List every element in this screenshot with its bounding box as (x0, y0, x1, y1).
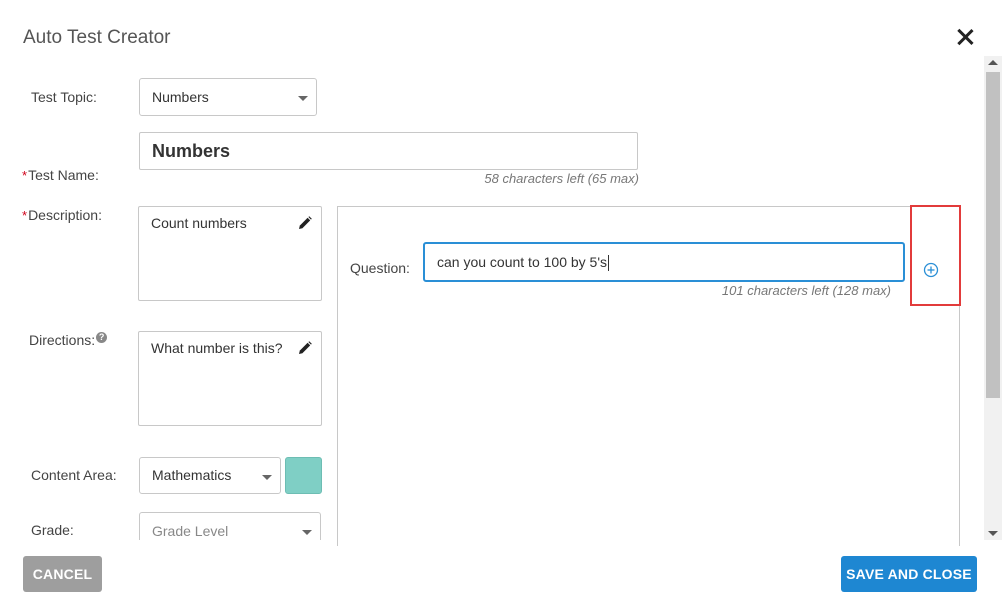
grade-select[interactable]: Grade Level (139, 512, 321, 540)
required-mark: * (22, 168, 28, 183)
pencil-icon[interactable] (298, 216, 312, 230)
close-icon[interactable] (954, 26, 976, 48)
directions-label: Directions:? (29, 332, 108, 348)
description-field[interactable]: Count numbers (138, 206, 322, 301)
auto-test-creator-dialog: Auto Test Creator Test Topic: Numbers *T… (0, 0, 1002, 612)
scroll-thumb[interactable] (986, 72, 1000, 398)
question-input[interactable]: can you count to 100 by 5's (423, 242, 905, 282)
test-name-label: *Test Name: (22, 167, 99, 183)
directions-field[interactable]: What number is this? (138, 331, 322, 426)
scrollbar[interactable] (984, 56, 1002, 540)
question-char-count: 101 characters left (128 max) (721, 283, 891, 298)
test-topic-select[interactable]: Numbers (139, 78, 317, 116)
content-area-value: Mathematics (152, 467, 232, 483)
test-name-label-text: Test Name: (28, 167, 99, 183)
test-topic-value: Numbers (152, 89, 209, 105)
required-mark: * (22, 208, 28, 223)
text-cursor (608, 255, 610, 272)
description-value: Count numbers (151, 215, 247, 231)
scroll-down-icon[interactable] (988, 531, 998, 536)
test-name-char-count: 58 characters left (65 max) (484, 171, 639, 186)
grade-label: Grade: (31, 522, 74, 538)
content-area-label: Content Area: (31, 467, 117, 483)
highlight-box (910, 205, 961, 306)
directions-label-text: Directions: (29, 332, 96, 348)
pencil-icon[interactable] (298, 341, 312, 355)
test-name-field[interactable]: Numbers (139, 132, 638, 170)
save-and-close-button[interactable]: SAVE AND CLOSE (841, 556, 977, 592)
chevron-down-icon (262, 474, 272, 480)
plus-circle-icon[interactable] (923, 262, 939, 278)
content-area-select[interactable]: Mathematics (139, 457, 281, 494)
cancel-button[interactable]: CANCEL (23, 556, 102, 592)
test-topic-label: Test Topic: (31, 89, 97, 105)
description-label: *Description: (22, 207, 102, 223)
directions-value: What number is this? (151, 340, 283, 356)
test-name-value: Numbers (152, 141, 231, 161)
chevron-down-icon (302, 530, 312, 535)
dialog-title: Auto Test Creator (23, 27, 171, 48)
content-area-color-swatch[interactable] (285, 457, 322, 494)
chevron-down-icon (298, 96, 308, 101)
description-label-text: Description: (28, 207, 102, 223)
question-label: Question: (350, 260, 410, 276)
scroll-up-icon[interactable] (988, 60, 998, 65)
help-icon[interactable]: ? (96, 332, 108, 343)
grade-placeholder: Grade Level (152, 523, 229, 539)
question-value: can you count to 100 by 5's (437, 254, 608, 270)
